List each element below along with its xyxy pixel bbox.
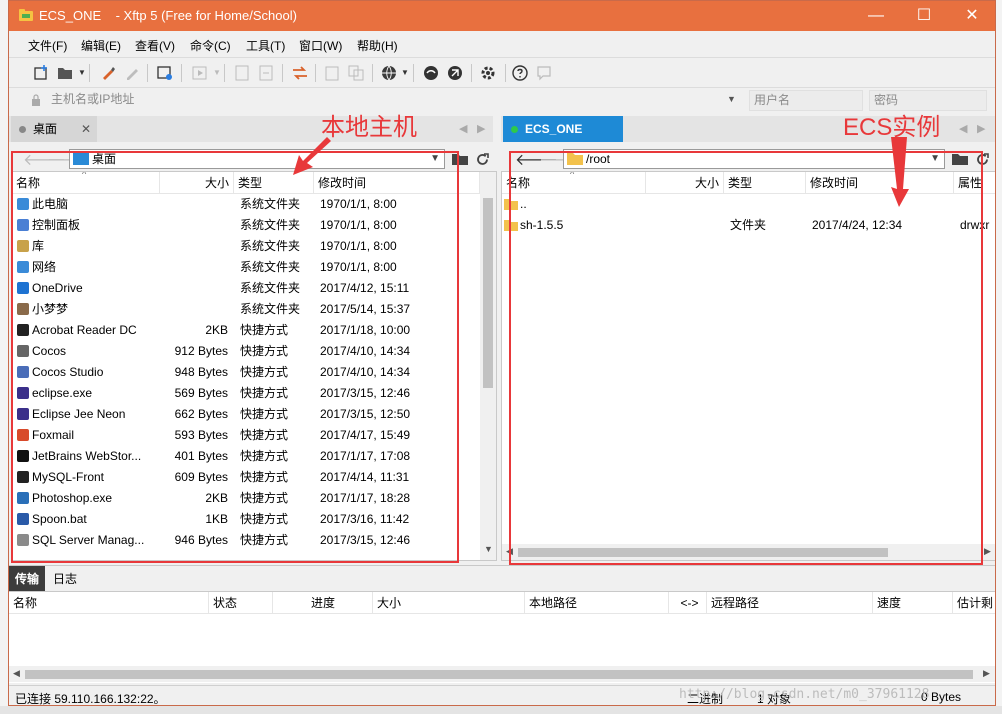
paste-file-icon bbox=[255, 63, 277, 83]
tab-next-icon[interactable]: ▶ bbox=[977, 122, 985, 135]
help-icon[interactable] bbox=[509, 63, 531, 83]
tab-local-desktop[interactable]: 桌面 ✕ bbox=[11, 116, 97, 142]
transfer-col-status[interactable]: 状态 bbox=[209, 592, 273, 614]
new-session-icon[interactable] bbox=[30, 63, 52, 83]
menu-file[interactable]: 文件(F) bbox=[28, 37, 67, 54]
toolbar: ▼ ▼ ▼ bbox=[9, 57, 995, 87]
tab-label: 桌面 bbox=[33, 122, 58, 136]
copy-file-icon bbox=[231, 63, 253, 83]
scroll-down-icon[interactable]: ▼ bbox=[484, 544, 493, 554]
refresh-icon[interactable] bbox=[475, 152, 490, 167]
gear-icon[interactable] bbox=[477, 63, 499, 83]
remote-annotation-arrow-icon bbox=[891, 137, 909, 207]
local-tab-strip: 桌面 ✕ ◀ ▶ bbox=[9, 116, 493, 142]
toolbar-separator bbox=[89, 64, 90, 82]
transfer-horizontal-scrollbar[interactable]: ◀ ▶ bbox=[9, 666, 995, 682]
local-host-annotation: 本地主机 bbox=[321, 114, 417, 141]
play-icon bbox=[189, 63, 211, 83]
clipboard-icon bbox=[321, 63, 343, 83]
desktop-background-bottom bbox=[0, 706, 1002, 714]
close-tab-icon[interactable]: ✕ bbox=[81, 116, 91, 142]
properties-icon[interactable] bbox=[154, 63, 176, 83]
transfer-col-progress[interactable]: 进度 bbox=[307, 592, 373, 614]
tab-transfer[interactable]: 传输 bbox=[9, 566, 46, 592]
menu-command[interactable]: 命令(C) bbox=[190, 37, 231, 54]
menu-help[interactable]: 帮助(H) bbox=[357, 37, 398, 54]
transfer-col-eta[interactable]: 估计剩 bbox=[953, 592, 995, 614]
transfer-col-name[interactable]: 名称 bbox=[9, 592, 209, 614]
transfer-col-remote-path[interactable]: 远程路径 bbox=[707, 592, 873, 614]
local-vertical-scrollbar[interactable]: ▼ bbox=[480, 172, 496, 560]
desktop-background-right bbox=[996, 0, 1002, 714]
transfer-col-direction[interactable]: <-> bbox=[669, 592, 707, 614]
maximize-button[interactable]: ☐ bbox=[901, 1, 947, 31]
open-folder-icon[interactable] bbox=[54, 63, 76, 83]
menu-window[interactable]: 窗口(W) bbox=[299, 37, 342, 54]
minimize-button[interactable]: — bbox=[853, 1, 899, 31]
scroll-right-icon[interactable]: ▶ bbox=[984, 546, 991, 557]
toolbar-separator bbox=[147, 64, 148, 82]
desktop-background-left bbox=[0, 0, 8, 714]
pencil-icon bbox=[121, 63, 143, 83]
tab-remote-ecs-one[interactable]: ECS_ONE bbox=[503, 116, 623, 142]
brush-icon[interactable] bbox=[97, 63, 119, 83]
toolbar-separator bbox=[471, 64, 472, 82]
menu-view[interactable]: 查看(V) bbox=[135, 37, 175, 54]
menu-tools[interactable]: 工具(T) bbox=[246, 37, 285, 54]
xftp-app-icon bbox=[19, 9, 33, 21]
toolbar-separator bbox=[282, 64, 283, 82]
play-dropdown-icon: ▼ bbox=[213, 68, 221, 77]
lower-tabs: 传输 日志 bbox=[9, 565, 995, 592]
open-dropdown-icon[interactable]: ▼ bbox=[78, 68, 86, 77]
duplicate-icon bbox=[345, 63, 367, 83]
globe-dropdown-icon[interactable]: ▼ bbox=[401, 68, 409, 77]
toolbar-separator bbox=[224, 64, 225, 82]
chat-icon bbox=[533, 63, 555, 83]
connected-dot-icon bbox=[511, 126, 518, 133]
toolbar-separator bbox=[315, 64, 316, 82]
menu-edit[interactable]: 编辑(E) bbox=[81, 37, 121, 54]
lock-icon bbox=[32, 94, 40, 106]
toolbar-separator bbox=[372, 64, 373, 82]
transfer-column-header: 名称 状态 进度 大小 本地路径 <-> 远程路径 速度 估计剩 bbox=[9, 592, 995, 614]
toolbar-separator bbox=[413, 64, 414, 82]
tab-status-dot bbox=[19, 126, 26, 133]
tab-prev-icon[interactable]: ◀ bbox=[959, 122, 967, 135]
connection-status: 已连接 59.110.166.132:22。 bbox=[15, 692, 166, 706]
host-dropdown-icon[interactable]: ▼ bbox=[727, 94, 736, 104]
xftp-window: ECS_ONE - Xftp 5 (Free for Home/School) … bbox=[8, 0, 996, 706]
toolbar-separator bbox=[181, 64, 182, 82]
tab-next-icon[interactable]: ▶ bbox=[477, 122, 485, 135]
toolbar-separator bbox=[505, 64, 506, 82]
ecs-instance-annotation: ECS实例 bbox=[843, 114, 941, 141]
tab-prev-icon[interactable]: ◀ bbox=[459, 122, 467, 135]
transfer-col-speed[interactable]: 速度 bbox=[873, 592, 953, 614]
local-highlight-box bbox=[11, 151, 459, 563]
transfer-pane: 名称 状态 进度 大小 本地路径 <-> 远程路径 速度 估计剩 ◀ ▶ bbox=[9, 591, 995, 683]
scroll-thumb[interactable] bbox=[25, 670, 973, 679]
transfer-col-size[interactable]: 大小 bbox=[373, 592, 525, 614]
title-bar[interactable]: ECS_ONE - Xftp 5 (Free for Home/School) … bbox=[9, 1, 995, 31]
remote-highlight-box bbox=[509, 151, 983, 565]
watermark-text: http://blog.csdn.net/m0_37961128 bbox=[679, 687, 930, 702]
transfer-icon[interactable] bbox=[289, 63, 311, 83]
tab-log[interactable]: 日志 bbox=[47, 566, 83, 592]
scroll-thumb[interactable] bbox=[483, 198, 493, 388]
xshell-icon[interactable] bbox=[420, 63, 442, 83]
window-title: ECS_ONE - Xftp 5 (Free for Home/School) bbox=[39, 8, 297, 23]
tab-label: ECS_ONE bbox=[525, 122, 583, 136]
xftp-icon[interactable] bbox=[444, 63, 466, 83]
globe-icon[interactable] bbox=[378, 63, 400, 83]
scroll-right-icon[interactable]: ▶ bbox=[983, 668, 990, 679]
transfer-col-local-path[interactable]: 本地路径 bbox=[525, 592, 669, 614]
menu-bar: 文件(F) 编辑(E) 查看(V) 命令(C) 工具(T) 窗口(W) 帮助(H… bbox=[9, 31, 995, 57]
scroll-left-icon[interactable]: ◀ bbox=[13, 668, 20, 679]
close-button[interactable]: ✕ bbox=[949, 1, 995, 31]
